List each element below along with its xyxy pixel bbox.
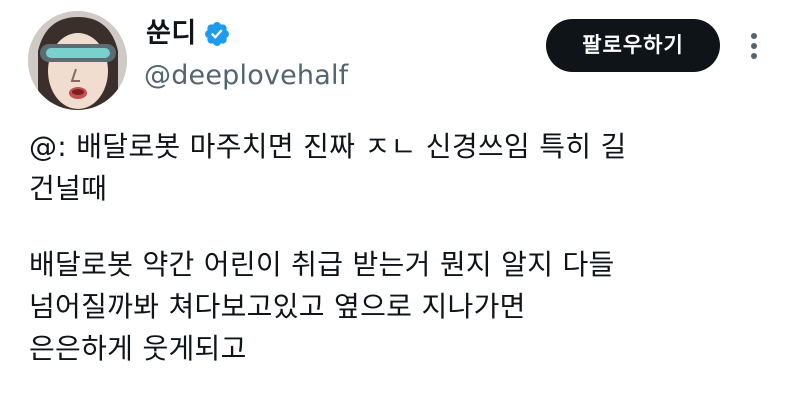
- avatar-face-icon: [28, 11, 127, 110]
- tweet-line: 배달로봇 약간 어린이 취급 받는거 뭔지 알지 다들: [29, 248, 615, 281]
- tweet-line: 건널때: [29, 172, 108, 205]
- more-vertical-icon[interactable]: [742, 30, 766, 62]
- tweet-line: 넘어질까봐 쳐다보고있고 옆으로 지나가면: [29, 290, 526, 323]
- display-name[interactable]: 쑨디: [146, 18, 197, 50]
- follow-button[interactable]: 팔로우하기: [546, 19, 720, 72]
- tweet-text: @: 배달로봇 마주치면 진짜 ㅈㄴ 신경쓰임 특히 길 건널때 배달로봇 약간…: [29, 126, 789, 370]
- tweet-line: @: 배달로봇 마주치면 진짜 ㅈㄴ 신경쓰임 특히 길: [29, 130, 627, 163]
- tweet-line: 은은하게 웃게되고: [29, 332, 247, 365]
- avatar[interactable]: [28, 11, 127, 110]
- verified-check-icon: [205, 22, 229, 46]
- user-handle[interactable]: @deeplovehalf: [144, 60, 348, 92]
